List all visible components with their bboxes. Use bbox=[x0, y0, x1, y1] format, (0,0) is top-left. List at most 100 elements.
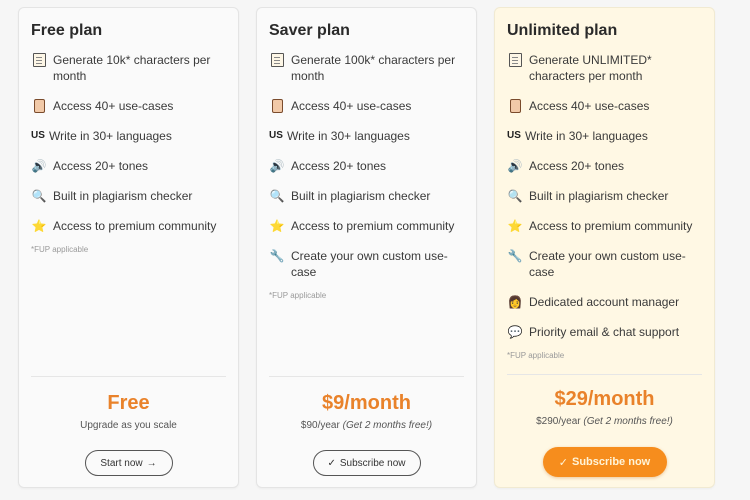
button-label: Start now bbox=[100, 457, 143, 469]
feature-item: 👩 Dedicated account manager bbox=[507, 294, 707, 310]
feature-item: 🔧 Create your own custom use-case bbox=[269, 248, 469, 280]
feature-list: Generate 100k* characters per month Acces… bbox=[269, 52, 469, 300]
button-label: Subscribe now bbox=[339, 457, 406, 469]
speaker-icon: 🔊 bbox=[31, 159, 47, 173]
fup-note: *FUP applicable bbox=[507, 351, 565, 360]
us-flag-icon: US bbox=[269, 130, 283, 141]
feature-text: Access 20+ tones bbox=[53, 159, 149, 173]
magnifier-icon: 🔍 bbox=[31, 189, 47, 203]
feature-item: 🔍 Built in plagiarism checker bbox=[507, 188, 707, 204]
feature-item: ⭐ Access to premium community bbox=[507, 218, 707, 234]
feature-item: 🔊 Access 20+ tones bbox=[507, 158, 707, 174]
feature-item: Generate 100k* characters per month bbox=[269, 52, 469, 84]
plan-subtitle: $290/year (Get 2 months free!) bbox=[495, 416, 714, 427]
feature-item: 💬 Priority email & chat support bbox=[507, 324, 707, 340]
subtitle-note: (Get 2 months free!) bbox=[583, 416, 673, 427]
plan-title: Saver plan bbox=[269, 22, 350, 39]
plan-subtitle: $90/year (Get 2 months free!) bbox=[257, 420, 476, 431]
feature-text: Access 20+ tones bbox=[529, 159, 625, 173]
divider bbox=[31, 376, 226, 377]
feature-text: Built in plagiarism checker bbox=[291, 189, 431, 203]
feature-item: US Write in 30+ languages bbox=[31, 128, 231, 144]
plan-subtitle: Upgrade as you scale bbox=[19, 420, 238, 431]
feature-text: Access 20+ tones bbox=[291, 159, 387, 173]
feature-text: Write in 30+ languages bbox=[525, 129, 648, 143]
memo-icon bbox=[507, 52, 523, 68]
memo-icon bbox=[269, 52, 285, 68]
speaker-icon: 🔊 bbox=[269, 159, 285, 173]
wrench-icon: 🔧 bbox=[269, 249, 285, 263]
subscribe-now-button-saver[interactable]: ✓ Subscribe now bbox=[312, 450, 421, 476]
divider bbox=[269, 376, 464, 377]
subtitle-text: Upgrade as you scale bbox=[80, 420, 177, 431]
feature-item: Access 40+ use-cases bbox=[269, 98, 469, 114]
subtitle-text: $90/year bbox=[300, 420, 340, 431]
plan-price: Free bbox=[107, 392, 150, 414]
feature-text: Access 40+ use-cases bbox=[529, 99, 650, 113]
feature-item: 🔊 Access 20+ tones bbox=[269, 158, 469, 174]
star-icon: ⭐ bbox=[269, 219, 285, 233]
feature-text: Access 40+ use-cases bbox=[291, 99, 412, 113]
memo-icon bbox=[31, 52, 47, 68]
check-icon: ✓ bbox=[327, 457, 336, 469]
us-flag-icon: US bbox=[507, 130, 521, 141]
start-now-button[interactable]: Start now → bbox=[84, 450, 173, 476]
plan-card-unlimited: Unlimited plan Generate UNLIMITED* chara… bbox=[494, 7, 715, 488]
speaker-icon: 🔊 bbox=[507, 159, 523, 173]
account-manager-icon: 👩 bbox=[507, 295, 523, 309]
plan-price: $9/month bbox=[322, 392, 411, 414]
feature-list: Generate 10k* characters per month Access… bbox=[31, 52, 231, 254]
feature-text: Dedicated account manager bbox=[529, 295, 680, 309]
feature-item: Generate 10k* characters per month bbox=[31, 52, 231, 84]
feature-text: Access to premium community bbox=[291, 219, 455, 233]
feature-text: Access 40+ use-cases bbox=[53, 99, 174, 113]
fup-note: *FUP applicable bbox=[269, 291, 327, 300]
feature-list: Generate UNLIMITED* characters per month… bbox=[507, 52, 707, 360]
magnifier-icon: 🔍 bbox=[507, 189, 523, 203]
subtitle-note: (Get 2 months free!) bbox=[342, 420, 433, 431]
arrow-right-icon: → bbox=[146, 457, 157, 469]
feature-text: Access to premium community bbox=[53, 219, 217, 233]
button-label: Subscribe now bbox=[571, 456, 651, 468]
scroll-icon bbox=[507, 98, 523, 114]
feature-text: Generate 10k* characters per month bbox=[53, 53, 211, 83]
scroll-icon bbox=[269, 98, 285, 114]
us-flag-icon: US bbox=[31, 130, 45, 141]
star-icon: ⭐ bbox=[31, 219, 47, 233]
plan-title: Unlimited plan bbox=[507, 22, 618, 39]
plan-title: Free plan bbox=[31, 22, 103, 39]
feature-text: Write in 30+ languages bbox=[287, 129, 410, 143]
wrench-icon: 🔧 bbox=[507, 249, 523, 263]
feature-item: ⭐ Access to premium community bbox=[269, 218, 469, 234]
feature-item: US Write in 30+ languages bbox=[269, 128, 469, 144]
feature-item: 🔍 Built in plagiarism checker bbox=[269, 188, 469, 204]
feature-text: Access to premium community bbox=[529, 219, 693, 233]
feature-text: Write in 30+ languages bbox=[49, 129, 172, 143]
feature-item: Access 40+ use-cases bbox=[507, 98, 707, 114]
feature-text: Create your own custom use-case bbox=[291, 249, 448, 279]
feature-text: Generate 100k* characters per month bbox=[291, 53, 456, 83]
subtitle-text: $290/year bbox=[536, 416, 581, 427]
feature-text: Built in plagiarism checker bbox=[53, 189, 193, 203]
subscribe-now-button-unlimited[interactable]: ✓ Subscribe now bbox=[542, 447, 667, 477]
chat-bubble-icon: 💬 bbox=[507, 325, 523, 339]
plan-card-saver: Saver plan Generate 100k* characters per… bbox=[256, 7, 477, 488]
scroll-icon bbox=[31, 98, 47, 114]
fup-note: *FUP applicable bbox=[31, 245, 89, 254]
feature-item: Access 40+ use-cases bbox=[31, 98, 231, 114]
magnifier-icon: 🔍 bbox=[269, 189, 285, 203]
feature-text: Create your own custom use-case bbox=[529, 249, 686, 279]
feature-item: Generate UNLIMITED* characters per month bbox=[507, 52, 707, 84]
plan-card-free: Free plan Generate 10k* characters per m… bbox=[18, 7, 239, 488]
feature-item: 🔧 Create your own custom use-case bbox=[507, 248, 707, 280]
star-icon: ⭐ bbox=[507, 219, 523, 233]
plan-price: $29/month bbox=[554, 388, 655, 410]
feature-item: US Write in 30+ languages bbox=[507, 128, 707, 144]
feature-item: 🔊 Access 20+ tones bbox=[31, 158, 231, 174]
feature-text: Generate UNLIMITED* characters per month bbox=[529, 53, 652, 83]
check-icon: ✓ bbox=[558, 456, 568, 469]
feature-text: Priority email & chat support bbox=[529, 325, 680, 339]
feature-text: Built in plagiarism checker bbox=[529, 189, 669, 203]
feature-item: ⭐ Access to premium community bbox=[31, 218, 231, 234]
divider bbox=[507, 374, 702, 375]
